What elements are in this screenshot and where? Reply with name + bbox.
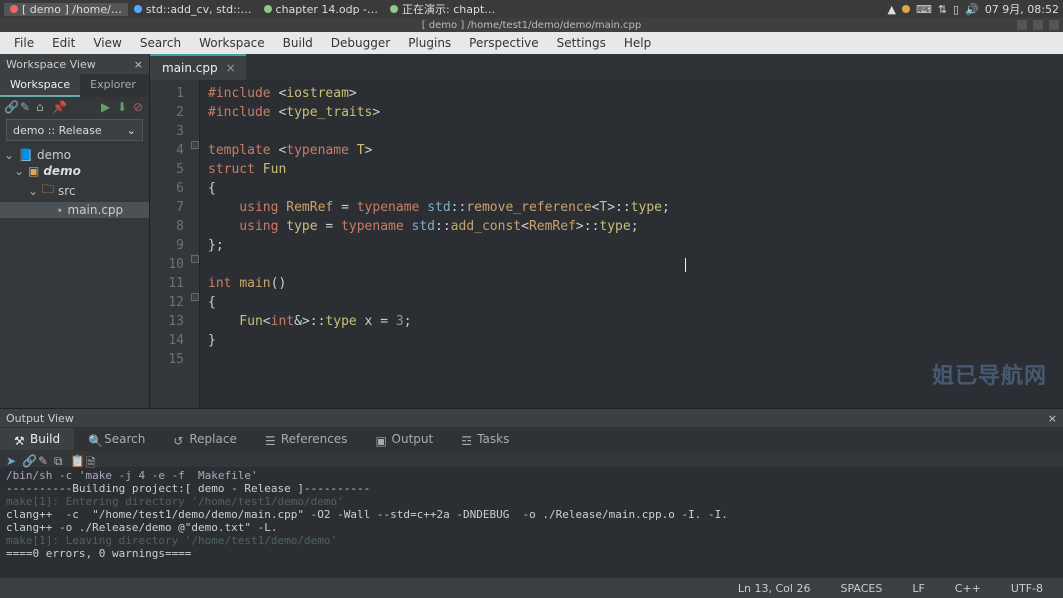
keyboard-icon[interactable]: ⌨ [916,3,932,16]
terminal-icon: ▣ [376,434,386,444]
fold-column[interactable] [190,80,200,408]
output-pane-title: Output View × [0,409,1063,427]
window-titlebar: [ demo ] /home/test1/demo/demo/main.cpp [0,18,1063,32]
workspace-tabs: Workspace Explorer [0,74,149,97]
window-title: [ demo ] /home/test1/demo/demo/main.cpp [422,20,642,31]
references-icon: ☰ [265,434,275,444]
link-icon[interactable]: 🔗 [4,100,16,112]
doc-icon[interactable]: 🗎 [86,454,96,464]
stop-icon[interactable]: ⊘ [133,100,145,112]
home-icon[interactable]: ⌂ [36,100,48,112]
status-lang[interactable]: C++ [955,582,981,595]
tree-file-main[interactable]: ⋆main.cpp [0,202,149,218]
menu-help[interactable]: Help [616,34,659,52]
paste-icon[interactable]: 📋 [70,454,80,464]
workspace-pane-title: Workspace View × [0,54,149,74]
menu-plugins[interactable]: Plugins [400,34,459,52]
status-position[interactable]: Ln 13, Col 26 [738,582,811,595]
output-pane: Output View × ⚒Build 🔍Search ↺Replace ☰R… [0,408,1063,578]
output-tab-tasks[interactable]: ☲Tasks [447,428,523,450]
tree-workspace-root[interactable]: ⌄📘demo [0,147,149,163]
output-tabs: ⚒Build 🔍Search ↺Replace ☰References ▣Out… [0,427,1063,451]
battery-icon[interactable]: ▯ [953,3,959,16]
hammer-icon: ⚒ [14,434,24,444]
volume-icon[interactable]: 🔊 [965,3,979,16]
status-eol[interactable]: LF [912,582,924,595]
send-icon[interactable]: ✎ [20,100,32,112]
clock[interactable]: 07 9月, 08:52 [985,1,1059,17]
tab-explorer[interactable]: Explorer [80,74,146,97]
maximize-button[interactable] [1033,20,1043,30]
workspace-close-icon[interactable]: × [134,58,143,71]
arrow-icon[interactable]: ➤ [6,454,16,464]
close-window-button[interactable] [1049,20,1059,30]
network-icon[interactable]: ⇅ [938,3,947,16]
menu-view[interactable]: View [85,34,129,52]
output-tab-build[interactable]: ⚒Build [0,428,74,450]
menu-workspace[interactable]: Workspace [191,34,273,52]
status-bar: Ln 13, Col 26 SPACES LF C++ UTF-8 [0,578,1063,598]
tray-icon[interactable]: ▲ [887,3,895,16]
code-editor[interactable]: 123456789101112131415 #include <iostream… [150,80,1063,408]
tree-project[interactable]: ⌄▣demo [0,163,149,179]
line-gutter: 123456789101112131415 [150,80,190,408]
taskbar-item-2[interactable]: chapter 14.odp -… [258,3,385,16]
close-tab-icon[interactable]: × [226,61,236,75]
output-tab-references[interactable]: ☰References [251,428,362,450]
editor-area: main.cpp × 123456789101112131415 #includ… [150,54,1063,408]
run-icon[interactable]: ▶ [101,100,113,112]
taskbar-item-0[interactable]: [ demo ] /home/… [4,3,128,16]
output-tab-output[interactable]: ▣Output [362,428,448,450]
menu-search[interactable]: Search [132,34,189,52]
menu-settings[interactable]: Settings [549,34,614,52]
tree-folder-src[interactable]: ⌄🗀src [0,179,149,202]
menu-file[interactable]: File [6,34,42,52]
menu-bar: File Edit View Search Workspace Build De… [0,32,1063,54]
text-caret [685,258,686,272]
editor-tab-main[interactable]: main.cpp × [150,54,246,80]
workspace-toolbar: 🔗 ✎ ⌂ 📌 ▶ ⬇ ⊘ [0,97,149,115]
project-tree: ⌄📘demo ⌄▣demo ⌄🗀src ⋆main.cpp [0,145,149,220]
menu-edit[interactable]: Edit [44,34,83,52]
search-icon: 🔍 [88,434,98,444]
output-toolbar: ➤ 🔗 ✎ ⧉ 📋 🗎 [0,451,1063,467]
build-icon[interactable]: ⬇ [117,100,129,112]
taskbar-item-1[interactable]: std::add_cv, std::… [128,3,258,16]
build-console[interactable]: /bin/sh -c 'make -j 4 -e -f Makefile' --… [0,467,1063,578]
chevron-down-icon: ⌄ [127,124,136,137]
output-tab-search[interactable]: 🔍Search [74,428,159,450]
os-taskbar: [ demo ] /home/… std::add_cv, std::… cha… [0,0,1063,18]
output-tab-replace[interactable]: ↺Replace [159,428,250,450]
minimize-button[interactable] [1017,20,1027,30]
system-tray: ▲ ⌨ ⇅ ▯ 🔊 07 9月, 08:52 [887,1,1059,17]
status-encoding[interactable]: UTF-8 [1011,582,1043,595]
output-close-icon[interactable]: × [1048,412,1057,425]
taskbar-item-3[interactable]: 正在演示: chapt… [384,1,501,17]
fold-marker[interactable] [191,293,199,301]
config-selector[interactable]: demo :: Release ⌄ [6,119,143,141]
tab-workspace[interactable]: Workspace [0,74,80,97]
list-icon: ☲ [461,434,471,444]
menu-debugger[interactable]: Debugger [323,34,398,52]
link-icon[interactable]: 🔗 [22,454,32,464]
editor-tabstrip: main.cpp × [150,54,1063,80]
status-indent[interactable]: SPACES [840,582,882,595]
warning-icon[interactable] [902,5,910,13]
fold-marker[interactable] [191,141,199,149]
fold-marker[interactable] [191,255,199,263]
menu-build[interactable]: Build [275,34,321,52]
copy-icon[interactable]: ⧉ [54,454,64,464]
pin-icon[interactable]: 📌 [52,100,64,112]
code-content[interactable]: #include <iostream> #include <type_trait… [200,80,1063,408]
menu-perspective[interactable]: Perspective [461,34,547,52]
broom-icon[interactable]: ✎ [38,454,48,464]
replace-icon: ↺ [173,434,183,444]
workspace-pane: Workspace View × Workspace Explorer 🔗 ✎ … [0,54,150,408]
